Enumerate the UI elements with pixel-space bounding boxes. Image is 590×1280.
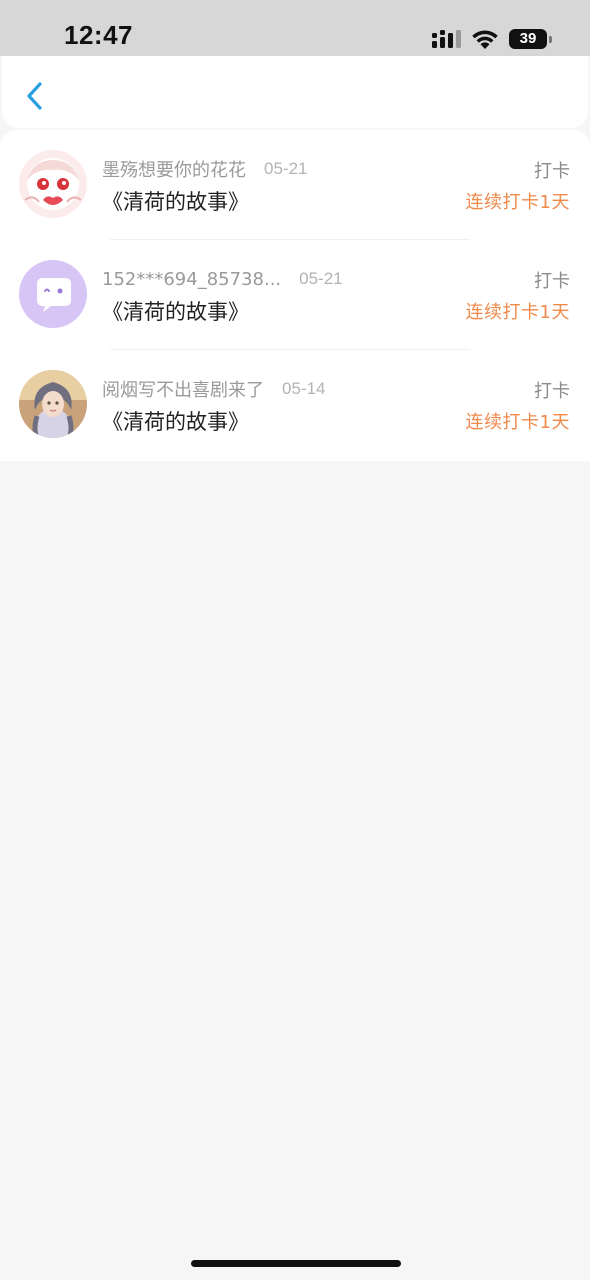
book-title[interactable]: 《清荷的故事》 [102, 186, 249, 216]
list-item[interactable]: 墨殇想要你的花花 05-21 《清荷的故事》 打卡 连续打卡1天 [0, 130, 590, 240]
meta-line: 152***694_85738... 05-21 [102, 266, 343, 292]
battery-icon: 39 [509, 29, 552, 49]
streak-label: 连续打卡1天 [465, 412, 570, 433]
chevron-left-icon [27, 82, 42, 110]
back-button[interactable] [18, 78, 54, 114]
checkin-action-label: 打卡 [534, 271, 570, 292]
checkin-date: 05-21 [264, 159, 308, 178]
battery-cap [549, 36, 552, 43]
checkin-date: 05-14 [282, 379, 326, 398]
list-item[interactable]: 152***694_85738... 05-21 《清荷的故事》 打卡 连续打卡… [0, 240, 590, 350]
book-title[interactable]: 《清荷的故事》 [102, 296, 249, 326]
status-time: 12:47 [64, 20, 133, 50]
battery-level: 39 [509, 29, 547, 49]
checkin-list: 墨殇想要你的花花 05-21 《清荷的故事》 打卡 连续打卡1天 152***6… [0, 130, 590, 461]
username[interactable]: 阅烟写不出喜剧来了 [102, 376, 264, 402]
book-title[interactable]: 《清荷的故事》 [102, 406, 249, 436]
meta-line: 阅烟写不出喜剧来了 05-14 [102, 376, 325, 402]
streak-label: 连续打卡1天 [465, 192, 570, 213]
username[interactable]: 152***694_85738... [102, 269, 281, 290]
list-item[interactable]: 阅烟写不出喜剧来了 05-14 《清荷的故事》 打卡 连续打卡1天 [0, 350, 590, 460]
user-avatar[interactable] [19, 370, 87, 438]
meta-line: 墨殇想要你的花花 05-21 [102, 156, 307, 182]
streak-label: 连续打卡1天 [465, 302, 570, 323]
username[interactable]: 墨殇想要你的花花 [102, 156, 246, 182]
checkin-date: 05-21 [299, 269, 343, 288]
checkin-action-label: 打卡 [534, 381, 570, 402]
default-chat-avatar [19, 260, 87, 328]
user-avatar[interactable] [19, 150, 87, 218]
portrait-avatar [19, 370, 87, 438]
status-bar: 12:47 39 [0, 0, 590, 56]
home-indicator[interactable] [191, 1260, 401, 1267]
signal-icon [432, 30, 461, 48]
user-avatar[interactable] [19, 260, 87, 328]
checkin-action-label: 打卡 [534, 161, 570, 182]
wifi-icon [472, 30, 498, 49]
nav-header [2, 56, 588, 128]
anime-girl-avatar [19, 150, 87, 218]
